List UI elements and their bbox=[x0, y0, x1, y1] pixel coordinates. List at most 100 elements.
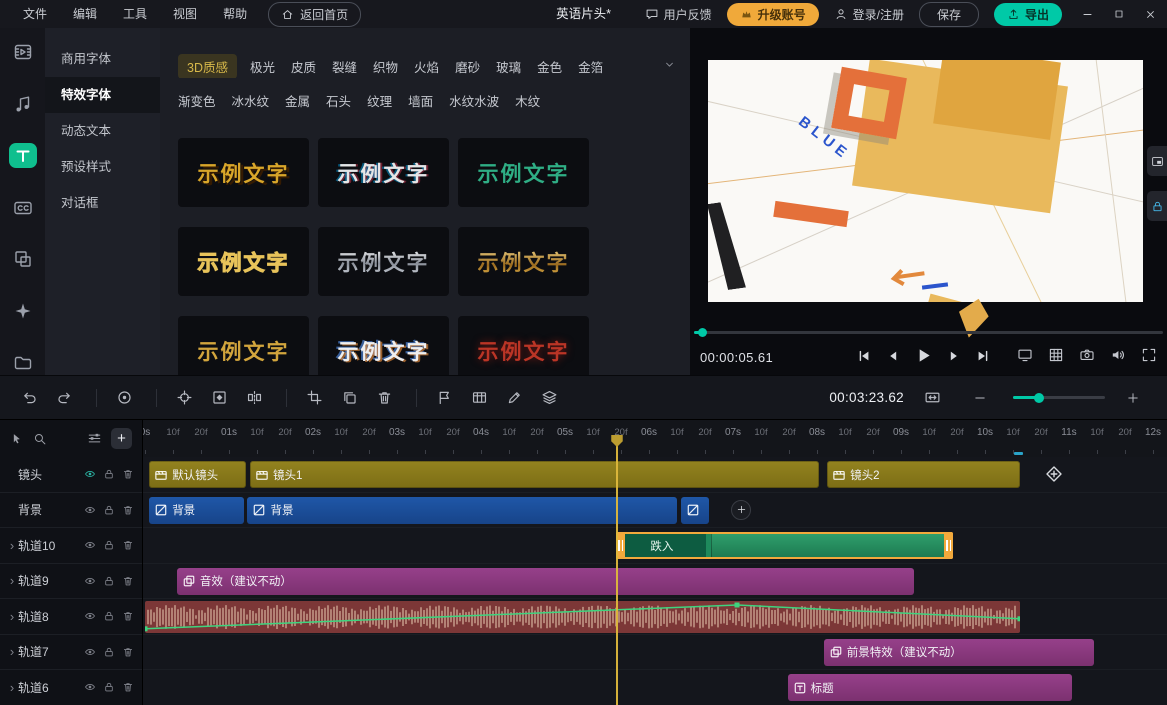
rail-item-folder[interactable] bbox=[9, 350, 37, 375]
track-lane-镜头[interactable]: 默认镜头镜头1 镜头2 bbox=[143, 457, 1167, 493]
add-track-button[interactable]: + bbox=[111, 428, 132, 449]
toolbar-undo-button[interactable] bbox=[14, 385, 44, 411]
filter-tag[interactable]: 极光 bbox=[250, 57, 275, 76]
filter-tag[interactable]: 玻璃 bbox=[496, 57, 521, 76]
track-visibility-icon[interactable] bbox=[84, 468, 96, 480]
track-lock-icon[interactable] bbox=[103, 539, 115, 551]
track-lane-轨道8[interactable] bbox=[143, 599, 1167, 635]
clip-trim-handle-right[interactable] bbox=[944, 532, 953, 559]
track-delete-icon[interactable] bbox=[122, 539, 134, 551]
track-visibility-icon[interactable] bbox=[84, 681, 96, 693]
filter-tag[interactable]: 墙面 bbox=[408, 91, 433, 110]
filter-tag[interactable]: 木纹 bbox=[515, 91, 540, 110]
rail-item-text[interactable] bbox=[9, 143, 37, 168]
fit-timeline-button[interactable] bbox=[917, 385, 947, 411]
track-manager-icon[interactable] bbox=[87, 431, 102, 446]
track-delete-icon[interactable] bbox=[122, 575, 134, 587]
minimize-button[interactable] bbox=[1081, 8, 1094, 21]
toolbar-edit-button[interactable] bbox=[499, 385, 529, 411]
preview-canvas[interactable]: BLUE bbox=[708, 60, 1143, 302]
font-category-3[interactable]: 预设样式 bbox=[45, 149, 160, 185]
text-effect-thumbnail[interactable]: 示例文字 bbox=[318, 227, 449, 296]
track-delete-icon[interactable] bbox=[122, 504, 134, 516]
clip-默认镜头[interactable]: 默认镜头 bbox=[149, 461, 246, 488]
filter-tag[interactable]: 火焰 bbox=[414, 57, 439, 76]
track-lane-背景[interactable]: 背景背景 bbox=[143, 493, 1167, 529]
track-lock-icon[interactable] bbox=[103, 646, 115, 658]
toolbar-keyframe-button[interactable] bbox=[204, 385, 234, 411]
toolbar-split-button[interactable] bbox=[239, 385, 269, 411]
track-visibility-icon[interactable] bbox=[84, 504, 96, 516]
track-lock-icon[interactable] bbox=[103, 610, 115, 622]
rail-item-overlay[interactable] bbox=[9, 247, 37, 272]
collapse-icon[interactable]: › bbox=[6, 609, 18, 624]
filter-tag[interactable]: 裂缝 bbox=[332, 57, 357, 76]
zoom-slider[interactable] bbox=[1013, 396, 1105, 399]
track-lane-轨道9[interactable]: 音效（建议不动） bbox=[143, 564, 1167, 600]
grid-button[interactable] bbox=[1048, 347, 1064, 363]
volume-button[interactable] bbox=[1110, 347, 1126, 363]
step-forward-button[interactable] bbox=[946, 348, 962, 364]
clip-跌入[interactable]: 跌入 bbox=[616, 532, 953, 559]
text-effect-thumbnail[interactable]: 示例文字 bbox=[178, 316, 309, 375]
preview-seekbar[interactable] bbox=[694, 331, 1163, 334]
audio-clip[interactable] bbox=[145, 601, 1020, 633]
text-effect-thumbnail[interactable]: 示例文字 bbox=[458, 316, 589, 375]
filter-tag[interactable]: 石头 bbox=[326, 91, 351, 110]
toolbar-mark-button[interactable] bbox=[429, 385, 459, 411]
zoom-out-button[interactable] bbox=[965, 385, 995, 411]
font-category-0[interactable]: 商用字体 bbox=[45, 41, 160, 77]
home-button[interactable]: 返回首页 bbox=[268, 2, 361, 27]
filter-tag[interactable]: 冰水纹 bbox=[232, 91, 270, 110]
clip-1-2[interactable] bbox=[681, 497, 710, 524]
clip-前景特效（建议不动）[interactable]: 前景特效（建议不动） bbox=[824, 639, 1094, 666]
snapshot-button[interactable] bbox=[1079, 347, 1095, 363]
filter-tag[interactable]: 皮质 bbox=[291, 57, 316, 76]
seek-handle[interactable] bbox=[698, 328, 707, 337]
text-effect-thumbnail[interactable]: 示例文字 bbox=[318, 138, 449, 207]
track-visibility-icon[interactable] bbox=[84, 646, 96, 658]
zoom-slider-handle[interactable] bbox=[1034, 393, 1044, 403]
rail-item-media[interactable] bbox=[9, 40, 37, 65]
font-category-4[interactable]: 对话框 bbox=[45, 185, 160, 221]
track-visibility-icon[interactable] bbox=[84, 575, 96, 587]
select-tool-icon[interactable] bbox=[10, 432, 24, 446]
track-lane-轨道7[interactable]: 前景特效（建议不动） bbox=[143, 635, 1167, 671]
rail-item-effects[interactable] bbox=[9, 299, 37, 324]
track-delete-icon[interactable] bbox=[122, 610, 134, 622]
toolbar-record-button[interactable] bbox=[109, 385, 139, 411]
clip-镜头2[interactable]: 镜头2 bbox=[827, 461, 1020, 488]
monitor-button[interactable] bbox=[1017, 347, 1033, 363]
filter-tag[interactable]: 金色 bbox=[537, 57, 562, 76]
text-effect-thumbnail[interactable]: 示例文字 bbox=[318, 316, 449, 375]
filter-tag[interactable]: 金属 bbox=[285, 91, 310, 110]
preview-mask-button[interactable] bbox=[1147, 191, 1167, 221]
step-back-button[interactable] bbox=[885, 348, 901, 364]
toolbar-redo-button[interactable] bbox=[49, 385, 79, 411]
filter-tag[interactable]: 纹理 bbox=[367, 91, 392, 110]
menu-edit[interactable]: 编辑 bbox=[60, 0, 110, 28]
maximize-button[interactable] bbox=[1113, 8, 1125, 20]
add-keyframe-button[interactable] bbox=[1045, 465, 1063, 483]
save-button[interactable]: 保存 bbox=[919, 2, 979, 27]
filter-tag[interactable]: 金箔 bbox=[578, 57, 603, 76]
toolbar-layers-button[interactable] bbox=[534, 385, 564, 411]
track-lane-轨道6[interactable]: 标题 bbox=[143, 670, 1167, 705]
timeline-ruler[interactable]: 0s10f20f01s10f20f02s10f20f03s10f20f04s10… bbox=[143, 420, 1167, 457]
clip-镜头1[interactable]: 镜头1 bbox=[250, 461, 819, 488]
text-effect-thumbnail[interactable]: 示例文字 bbox=[178, 138, 309, 207]
filter-tag[interactable]: 磨砂 bbox=[455, 57, 480, 76]
close-button[interactable] bbox=[1144, 8, 1157, 21]
menu-file[interactable]: 文件 bbox=[10, 0, 60, 28]
filter-tag[interactable]: 3D质感 bbox=[178, 54, 237, 78]
text-effect-thumbnail[interactable]: 示例文字 bbox=[458, 227, 589, 296]
clip-音效（建议不动）[interactable]: 音效（建议不动） bbox=[177, 568, 915, 595]
clip-背景[interactable]: 背景 bbox=[149, 497, 244, 524]
filter-tag[interactable]: 水纹水波 bbox=[449, 91, 499, 110]
track-lock-icon[interactable] bbox=[103, 681, 115, 693]
track-visibility-icon[interactable] bbox=[84, 539, 96, 551]
filter-tag[interactable]: 渐变色 bbox=[178, 91, 216, 110]
track-lock-icon[interactable] bbox=[103, 504, 115, 516]
toolbar-render-button[interactable] bbox=[464, 385, 494, 411]
track-visibility-icon[interactable] bbox=[84, 610, 96, 622]
